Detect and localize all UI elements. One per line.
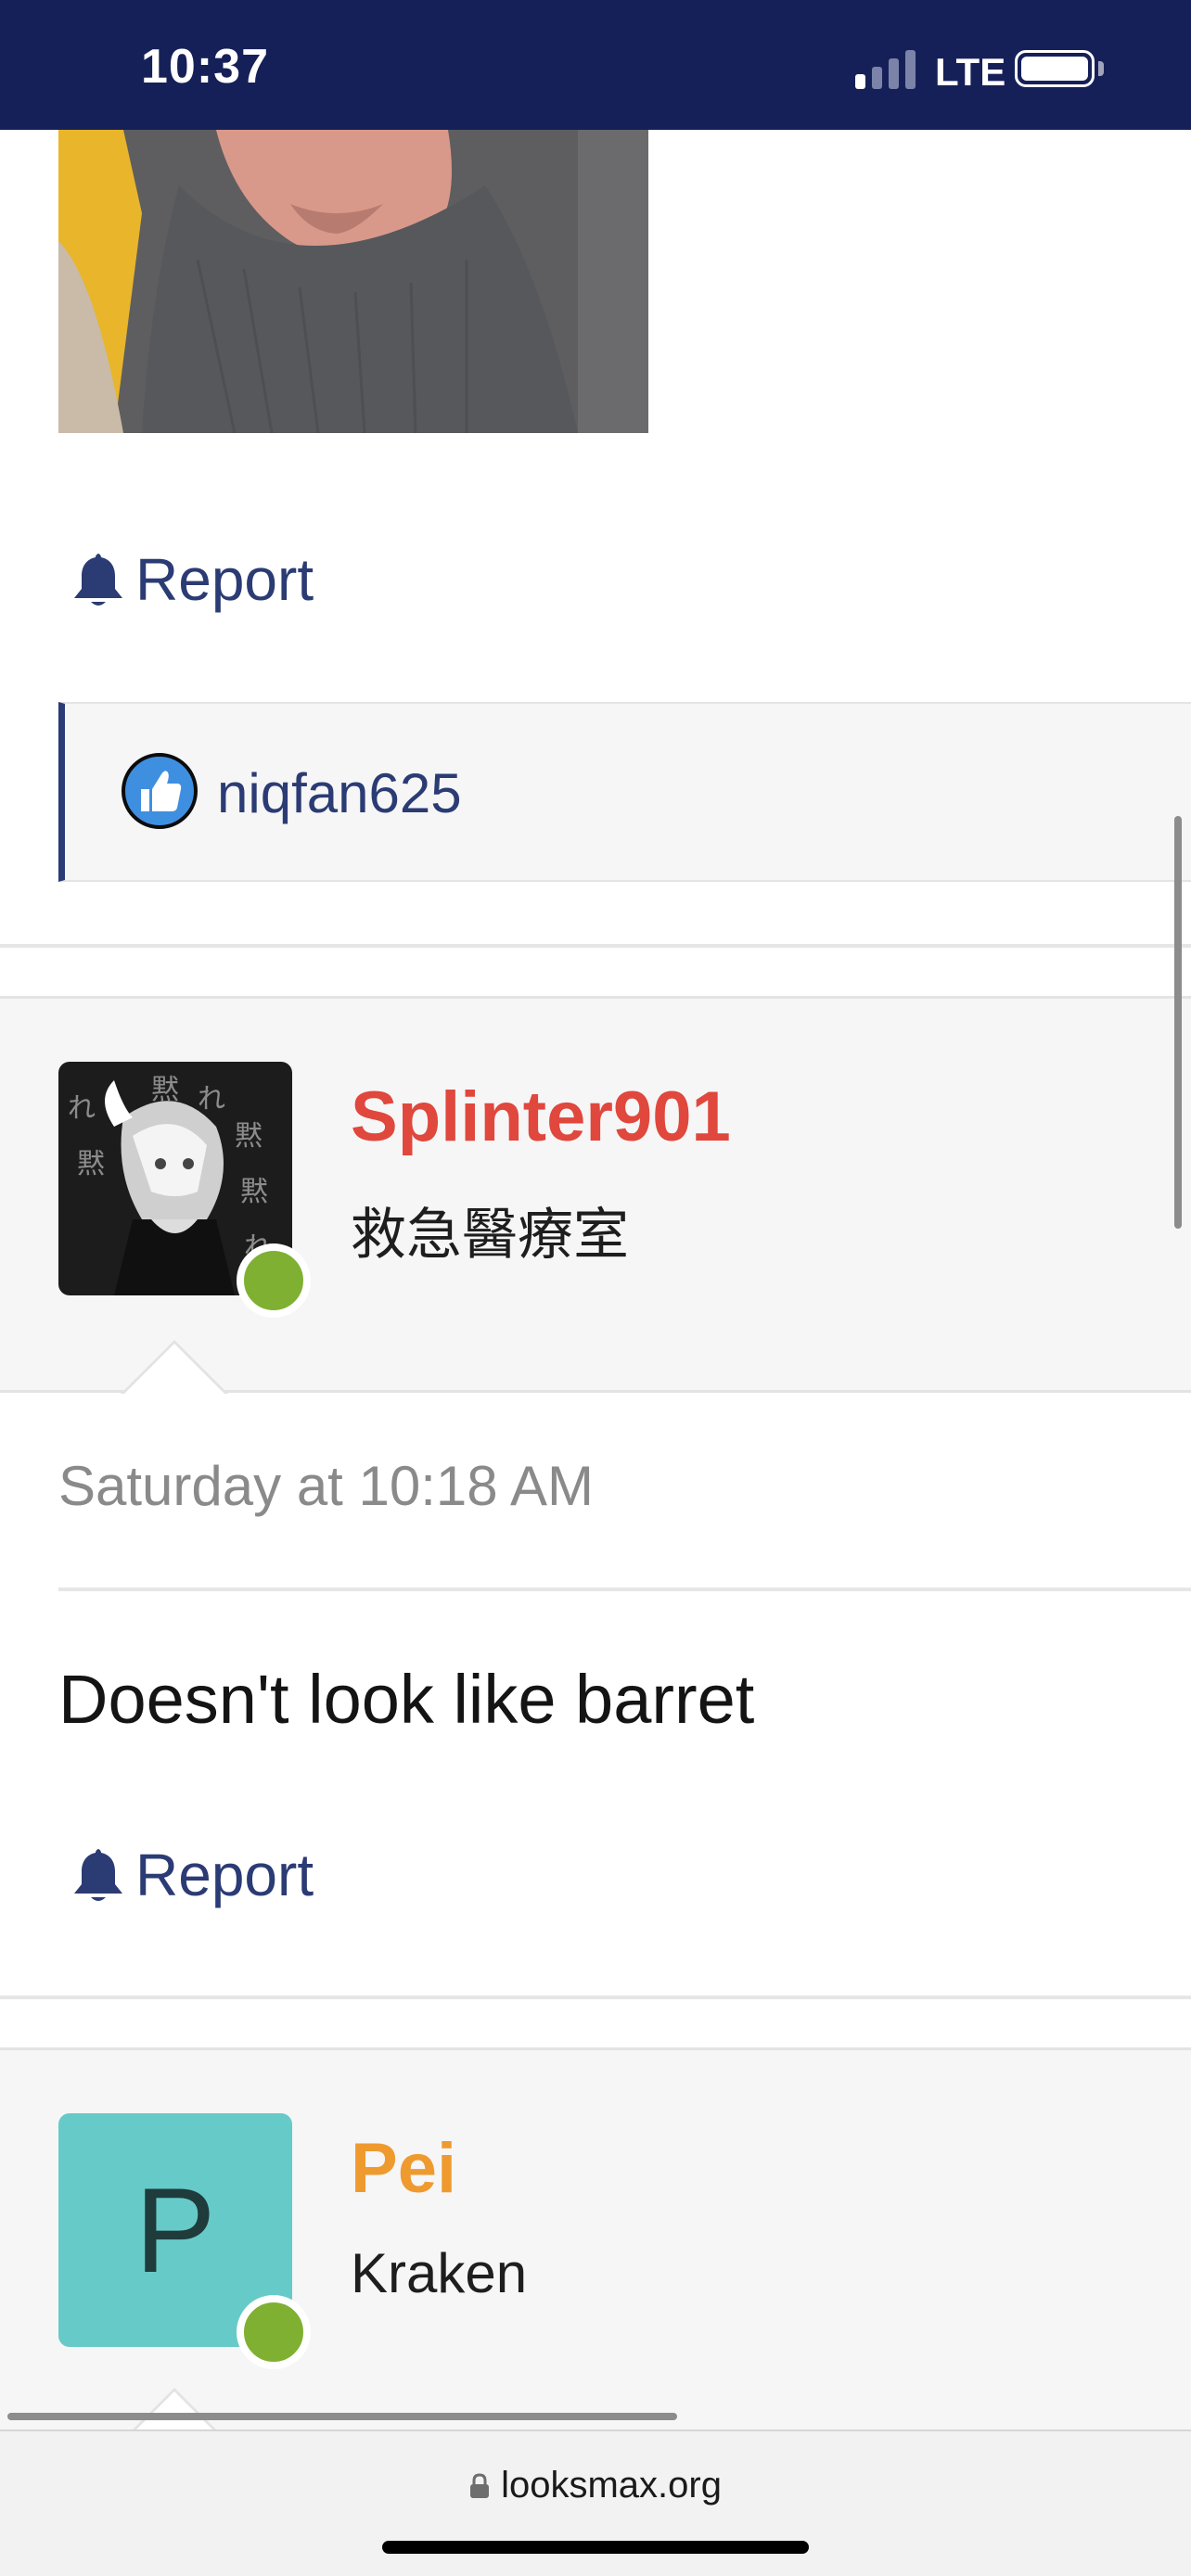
avatar[interactable]: れ黙れ 黙れ黙 れ黙	[58, 1062, 311, 1318]
status-bar: 10:37 LTE	[0, 0, 1191, 130]
bell-icon	[74, 1849, 122, 1901]
author-title: Kraken	[351, 2242, 528, 2304]
vertical-scrollbar[interactable]	[1174, 816, 1182, 1229]
post-divider	[0, 1996, 1191, 1999]
post-divider	[0, 944, 1191, 948]
avatar[interactable]: P	[58, 2113, 311, 2369]
bell-icon	[74, 554, 122, 606]
author-title: 救急醫療室	[351, 1204, 629, 1266]
report-label: Report	[135, 546, 314, 613]
url-field[interactable]: looksmax.org	[0, 2465, 1191, 2506]
post-date[interactable]: Saturday at 10:18 AM	[58, 1454, 594, 1518]
online-status-dot	[237, 2295, 311, 2369]
horizontal-scrollbar[interactable]	[7, 2413, 677, 2420]
status-time: 10:37	[141, 40, 269, 94]
reactions-bar[interactable]: niqfan625	[58, 702, 1191, 882]
author-username[interactable]: Pei	[351, 2128, 456, 2209]
svg-text:黙: 黙	[77, 1148, 105, 1180]
report-link[interactable]: Report	[70, 1841, 314, 1909]
home-indicator[interactable]	[382, 2541, 809, 2554]
url-text: looksmax.org	[501, 2465, 722, 2506]
author-username[interactable]: Splinter901	[351, 1077, 731, 1157]
svg-text:黙: 黙	[240, 1176, 268, 1208]
next-post-author-header: P Pei Kraken	[0, 2047, 1191, 2442]
network-type: LTE	[935, 50, 1006, 94]
report-label: Report	[135, 1842, 314, 1908]
post-image[interactable]	[58, 130, 648, 433]
cellular-signal-icon	[855, 48, 922, 89]
svg-text:れ: れ	[68, 1092, 96, 1125]
post-author-header: れ黙れ 黙れ黙 れ黙 Splinter901 救急醫療室	[0, 996, 1191, 1395]
online-status-dot	[237, 1243, 311, 1318]
browser-address-bar[interactable]: looksmax.org	[0, 2429, 1191, 2576]
svg-text:れ: れ	[198, 1083, 225, 1116]
thumbs-up-icon	[122, 753, 198, 829]
reaction-username[interactable]: niqfan625	[217, 761, 462, 825]
date-divider	[58, 1588, 1191, 1591]
header-pointer	[121, 1340, 228, 1395]
post-body: Doesn't look like barret	[58, 1661, 755, 1738]
lock-icon	[470, 2473, 490, 2498]
report-link[interactable]: Report	[70, 545, 314, 614]
battery-tip	[1098, 61, 1104, 76]
battery-icon	[1015, 50, 1095, 87]
svg-text:黙: 黙	[235, 1120, 263, 1153]
